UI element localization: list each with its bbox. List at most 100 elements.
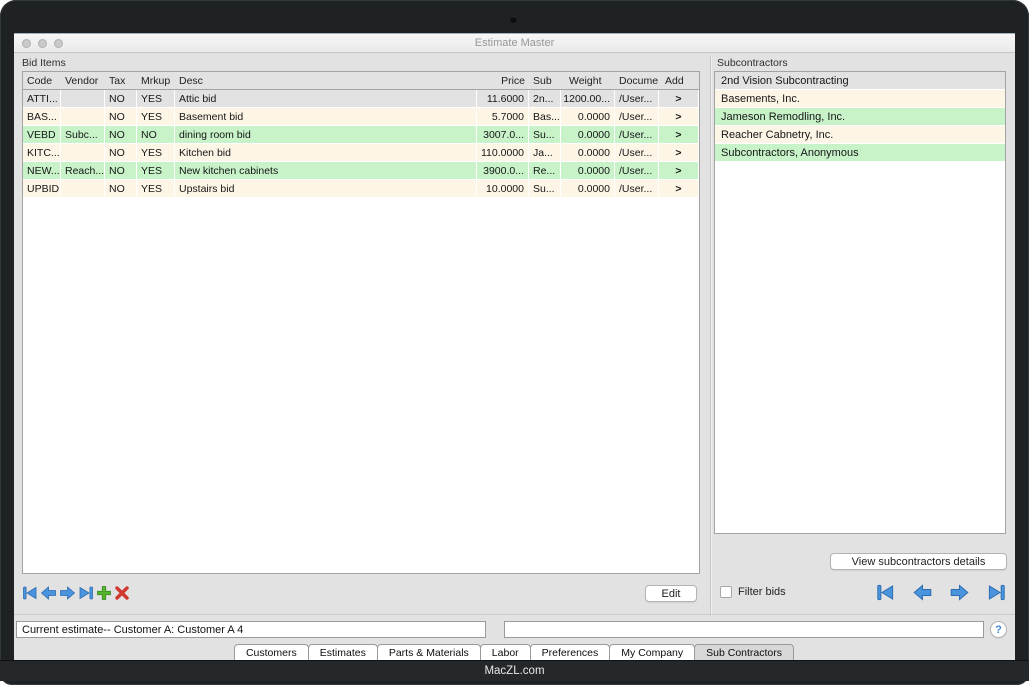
table-row[interactable]: NEW... Reach... NO YES New kitchen cabin… bbox=[23, 162, 699, 180]
first-record-icon[interactable] bbox=[22, 585, 38, 601]
list-item[interactable]: Reacher Cabnetry, Inc. bbox=[715, 126, 1005, 144]
bid-items-body: ATTI... NO YES Attic bid 11.6000 2n... 1… bbox=[23, 90, 699, 198]
column-header[interactable]: Mrkup bbox=[137, 75, 175, 87]
bid-items-header-row: Code Vendor Tax Mrkup Desc Price Sub Wei… bbox=[23, 72, 699, 90]
cell-price: 5.7000 bbox=[477, 108, 529, 126]
camera-icon bbox=[510, 16, 517, 23]
tab[interactable]: Sub Contractors bbox=[694, 644, 794, 660]
list-item[interactable]: Jameson Remodling, Inc. bbox=[715, 108, 1005, 126]
cell-price: 10.0000 bbox=[477, 180, 529, 198]
cell-code: NEW... bbox=[23, 162, 61, 180]
cell-vendor bbox=[61, 90, 105, 108]
column-header[interactable]: Desc bbox=[175, 75, 477, 87]
cell-weight: 0.0000 bbox=[561, 180, 615, 198]
cell-add-link[interactable]: > bbox=[659, 162, 699, 180]
cell-desc: Basement bid bbox=[175, 108, 477, 126]
help-button[interactable]: ? bbox=[990, 621, 1007, 638]
cell-desc: dining room bid bbox=[175, 126, 477, 144]
previous-record-icon[interactable] bbox=[40, 585, 57, 601]
table-row[interactable]: KITC... NO YES Kitchen bid 110.0000 Ja..… bbox=[23, 144, 699, 162]
cell-tax: NO bbox=[105, 144, 137, 162]
cell-desc: New kitchen cabinets bbox=[175, 162, 477, 180]
tab[interactable]: Labor bbox=[480, 644, 531, 660]
cell-add-link[interactable]: > bbox=[659, 144, 699, 162]
device-mockup: Estimate Master Bid Items Code Vendor Ta… bbox=[0, 0, 1029, 685]
bid-items-nav bbox=[22, 585, 130, 601]
next-record-icon[interactable] bbox=[59, 585, 76, 601]
device-brand-bar: MacZL.com bbox=[0, 660, 1029, 681]
app-window: Estimate Master Bid Items Code Vendor Ta… bbox=[14, 33, 1015, 660]
cell-sub: 2n... bbox=[529, 90, 561, 108]
table-row[interactable]: UPBID NO YES Upstairs bid 10.0000 Su... … bbox=[23, 180, 699, 198]
column-header[interactable]: Vendor bbox=[61, 75, 105, 87]
cell-desc: Attic bid bbox=[175, 90, 477, 108]
cell-code: KITC... bbox=[23, 144, 61, 162]
column-header[interactable]: Docume bbox=[615, 75, 659, 87]
column-header[interactable]: Sub bbox=[529, 75, 561, 87]
cell-docume: /User... bbox=[615, 126, 659, 144]
cell-add-link[interactable]: > bbox=[659, 180, 699, 198]
cell-code: BAS... bbox=[23, 108, 61, 126]
table-row[interactable]: VEBD Subc... NO NO dining room bid 3007.… bbox=[23, 126, 699, 144]
cell-weight: 0.0000 bbox=[561, 126, 615, 144]
bid-items-table[interactable]: Code Vendor Tax Mrkup Desc Price Sub Wei… bbox=[22, 71, 700, 574]
column-header[interactable]: Tax bbox=[105, 75, 137, 87]
last-subcontractor-icon[interactable] bbox=[987, 583, 1006, 602]
cell-mrkup: NO bbox=[137, 126, 175, 144]
edit-button[interactable]: Edit bbox=[645, 585, 697, 602]
tab[interactable]: My Company bbox=[609, 644, 695, 660]
filter-bids-label: Filter bids bbox=[738, 586, 786, 598]
cell-vendor: Reach... bbox=[61, 162, 105, 180]
list-item[interactable]: 2nd Vision Subcontracting bbox=[715, 72, 1005, 90]
subcontractors-nav bbox=[876, 583, 1006, 602]
subcontractors-label: Subcontractors bbox=[717, 57, 788, 69]
column-header[interactable]: Weight bbox=[561, 75, 615, 87]
subcontractors-list[interactable]: 2nd Vision Subcontracting Basements, Inc… bbox=[714, 71, 1006, 534]
column-header[interactable]: Price bbox=[477, 75, 529, 87]
last-record-icon[interactable] bbox=[78, 585, 94, 601]
tab[interactable]: Preferences bbox=[530, 644, 611, 660]
cell-vendor: Subc... bbox=[61, 126, 105, 144]
cell-mrkup: YES bbox=[137, 108, 175, 126]
bid-items-label: Bid Items bbox=[22, 57, 66, 69]
panel-divider bbox=[710, 56, 711, 616]
current-estimate-field[interactable]: Current estimate-- Customer A: Customer … bbox=[16, 621, 486, 638]
view-subcontractors-details-button[interactable]: View subcontractors details bbox=[830, 553, 1007, 570]
cell-add-link[interactable]: > bbox=[659, 126, 699, 144]
filter-bids-checkbox[interactable] bbox=[720, 586, 732, 598]
cell-tax: NO bbox=[105, 126, 137, 144]
column-header[interactable]: Add bbox=[659, 75, 699, 87]
cell-add-link[interactable]: > bbox=[659, 90, 699, 108]
previous-subcontractor-icon[interactable] bbox=[913, 583, 932, 602]
tab[interactable]: Parts & Materials bbox=[377, 644, 481, 660]
window-title: Estimate Master bbox=[14, 37, 1015, 49]
cell-sub: Su... bbox=[529, 126, 561, 144]
delete-record-icon[interactable] bbox=[114, 585, 130, 601]
cell-docume: /User... bbox=[615, 144, 659, 162]
cell-code: VEBD bbox=[23, 126, 61, 144]
add-record-icon[interactable] bbox=[96, 585, 112, 601]
cell-price: 11.6000 bbox=[477, 90, 529, 108]
next-subcontractor-icon[interactable] bbox=[950, 583, 969, 602]
cell-add-link[interactable]: > bbox=[659, 108, 699, 126]
list-item[interactable]: Subcontractors, Anonymous bbox=[715, 144, 1005, 162]
cell-docume: /User... bbox=[615, 180, 659, 198]
table-row[interactable]: BAS... NO YES Basement bid 5.7000 Bas...… bbox=[23, 108, 699, 126]
bottom-divider bbox=[14, 614, 1015, 615]
cell-mrkup: YES bbox=[137, 180, 175, 198]
cell-sub: Re... bbox=[529, 162, 561, 180]
table-row[interactable]: ATTI... NO YES Attic bid 11.6000 2n... 1… bbox=[23, 90, 699, 108]
tab[interactable]: Customers bbox=[234, 644, 309, 660]
cell-weight: 0.0000 bbox=[561, 108, 615, 126]
cell-desc: Kitchen bid bbox=[175, 144, 477, 162]
column-header[interactable]: Code bbox=[23, 75, 61, 87]
cell-weight: 0.0000 bbox=[561, 144, 615, 162]
cell-tax: NO bbox=[105, 108, 137, 126]
cell-code: UPBID bbox=[23, 180, 61, 198]
cell-tax: NO bbox=[105, 162, 137, 180]
list-item[interactable]: Basements, Inc. bbox=[715, 90, 1005, 108]
tab[interactable]: Estimates bbox=[308, 644, 378, 660]
first-subcontractor-icon[interactable] bbox=[876, 583, 895, 602]
bottom-tabbar: Customers Estimates Parts & Materials La… bbox=[14, 644, 1015, 660]
aux-field[interactable] bbox=[504, 621, 984, 638]
